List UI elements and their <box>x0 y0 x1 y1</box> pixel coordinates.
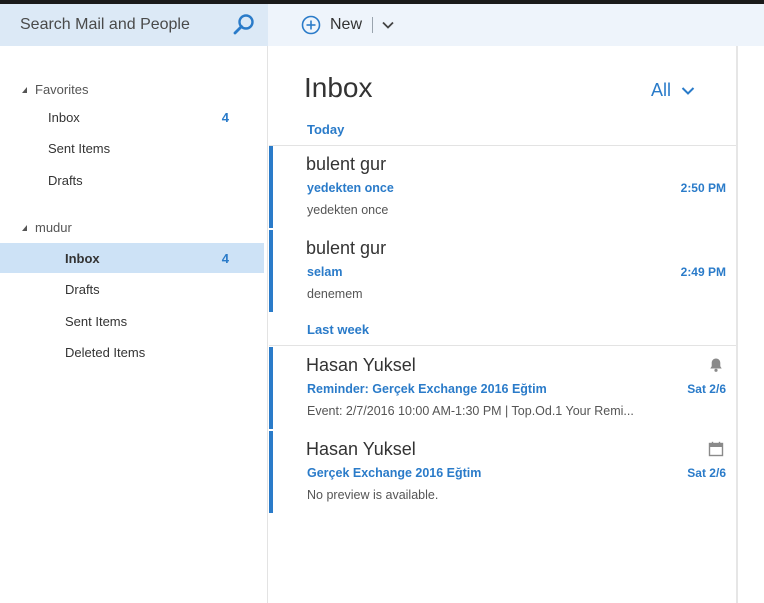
filter-dropdown[interactable]: All <box>651 80 695 101</box>
message-subject: yedekten once <box>307 181 394 195</box>
group-header-today: Today <box>307 122 345 137</box>
message-time: Sat 2/6 <box>687 466 726 480</box>
message-list-pane: Inbox All Today bulent gur yedekten once… <box>269 46 736 603</box>
message-subject: Reminder: Gerçek Exchange 2016 Eğtim <box>307 382 547 396</box>
message-sender: bulent gur <box>306 154 387 174</box>
message-sender: Hasan Yuksel <box>306 355 416 375</box>
favorites-label: Favorites <box>35 82 89 97</box>
unread-indicator <box>269 431 273 513</box>
message-subject: Gerçek Exchange 2016 Eğtim <box>307 466 482 480</box>
chevron-down-icon <box>681 86 695 95</box>
command-bar: New <box>268 4 764 46</box>
collapse-triangle-icon[interactable] <box>22 224 27 231</box>
folder-item-inbox[interactable]: Inbox 4 <box>0 243 264 273</box>
chevron-down-icon[interactable] <box>381 18 395 32</box>
message-item[interactable]: bulent gur selam 2:49 PM denemem <box>269 230 736 312</box>
folder-label: Drafts <box>65 281 100 297</box>
folder-item-favorites-drafts[interactable]: Drafts <box>0 165 264 195</box>
message-time: 2:50 PM <box>680 181 726 195</box>
top-bar: Search Mail and People New <box>0 0 764 46</box>
divider <box>269 345 736 346</box>
pane-divider <box>736 46 738 603</box>
folder-item-drafts[interactable]: Drafts <box>0 274 264 304</box>
message-time: Sat 2/6 <box>687 382 726 396</box>
favorites-header[interactable]: Favorites <box>22 82 88 97</box>
calendar-icon <box>708 441 724 457</box>
account-label: mudur <box>35 220 72 235</box>
plus-icon <box>301 15 321 35</box>
folder-label: Inbox <box>65 250 100 266</box>
message-preview: Event: 2/7/2016 10:00 AM-1:30 PM | Top.O… <box>307 404 634 418</box>
folder-item-favorites-sent-items[interactable]: Sent Items <box>0 133 264 163</box>
message-item[interactable]: Hasan Yuksel Gerçek Exchange 2016 Eğtim … <box>269 431 736 513</box>
message-sender: Hasan Yuksel <box>306 439 416 459</box>
message-preview: No preview is available. <box>307 488 439 502</box>
folder-label: Inbox <box>48 109 80 125</box>
collapse-triangle-icon[interactable] <box>22 86 27 93</box>
unread-indicator <box>269 347 273 429</box>
unread-count: 4 <box>221 250 229 266</box>
unread-indicator <box>269 230 273 312</box>
folder-label: Drafts <box>48 172 83 188</box>
folder-pane: Favorites Inbox 4 Sent Items Drafts mudu… <box>0 46 268 603</box>
message-subject: selam <box>307 265 343 279</box>
folder-label: Sent Items <box>65 313 128 329</box>
folder-item-sent-items[interactable]: Sent Items <box>0 306 264 336</box>
folder-label: Deleted Items <box>65 344 146 360</box>
message-item[interactable]: bulent gur yedekten once 2:50 PM yedekte… <box>269 146 736 228</box>
search-input[interactable]: Search Mail and People <box>0 4 268 46</box>
bell-icon <box>710 358 722 372</box>
new-button-label: New <box>330 16 363 33</box>
folder-item-deleted-items[interactable]: Deleted Items <box>0 337 264 367</box>
message-preview: denemem <box>307 287 363 301</box>
unread-indicator <box>269 146 273 228</box>
new-button[interactable]: New <box>301 15 362 35</box>
message-time: 2:49 PM <box>680 265 726 279</box>
unread-count: 4 <box>221 109 229 125</box>
search-icon[interactable] <box>232 13 256 37</box>
page-title: Inbox <box>304 72 373 103</box>
new-separator <box>372 17 374 33</box>
folder-item-favorites-inbox[interactable]: Inbox 4 <box>0 102 264 132</box>
group-header-last-week: Last week <box>307 322 370 337</box>
filter-label: All <box>651 80 672 100</box>
message-sender: bulent gur <box>306 238 387 258</box>
message-preview: yedekten once <box>307 203 389 217</box>
folder-label: Sent Items <box>48 140 111 156</box>
message-item[interactable]: Hasan Yuksel Reminder: Gerçek Exchange 2… <box>269 347 736 429</box>
account-header[interactable]: mudur <box>22 220 72 235</box>
search-placeholder: Search Mail and People <box>20 16 190 33</box>
